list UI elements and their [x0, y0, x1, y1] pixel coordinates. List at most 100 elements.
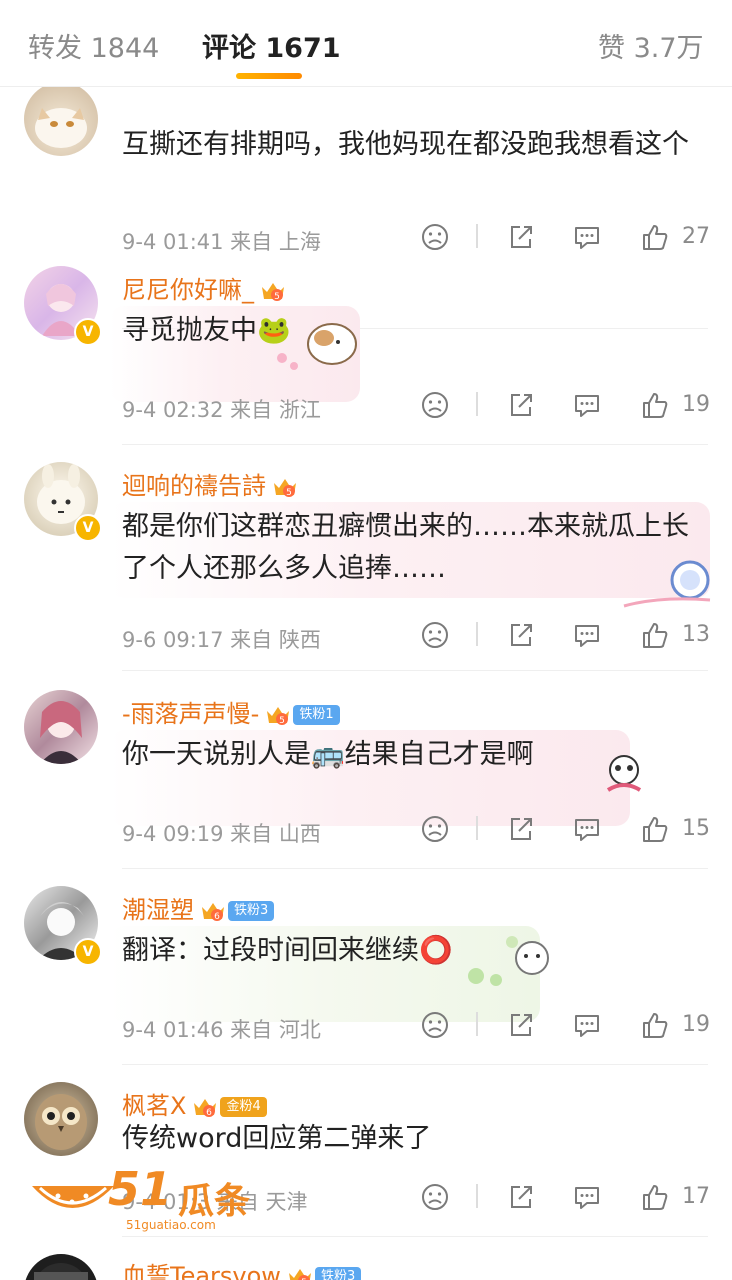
like-icon[interactable]	[640, 1182, 670, 1214]
repost-icon[interactable]	[506, 620, 536, 652]
username[interactable]: 迴响的禱告詩 5	[122, 466, 298, 501]
avatar[interactable]	[24, 1082, 98, 1156]
verified-badge-icon: V	[74, 938, 102, 966]
separator	[476, 816, 478, 840]
username-text: 血誓Tearsvow	[122, 1262, 281, 1280]
active-tab-indicator	[236, 73, 302, 79]
username-text: 迴响的禱告詩	[122, 472, 266, 500]
watermark-text: 瓜条	[178, 1181, 251, 1222]
tab-comments[interactable]: 评论 1671	[202, 26, 341, 65]
fan-badge: 铁粉3	[314, 1267, 362, 1280]
reply-icon[interactable]	[572, 814, 602, 846]
tab-likes[interactable]: 赞 3.7万	[598, 26, 704, 65]
reply-icon[interactable]	[572, 1010, 602, 1042]
watermark-number: 51	[108, 1162, 173, 1216]
dislike-icon[interactable]	[420, 1182, 450, 1214]
comment-text: 互撕还有排期吗，我他妈现在都没跑我想看这个	[122, 129, 689, 160]
like-icon[interactable]	[640, 1010, 670, 1042]
comment-actions: 19	[420, 1010, 720, 1042]
username[interactable]: 血誓Tearsvow 5铁粉3	[122, 1256, 362, 1280]
separator	[476, 1012, 478, 1036]
fan-badge: 金粉4	[220, 1097, 267, 1117]
reply-icon[interactable]	[572, 620, 602, 652]
comment-actions: 19	[420, 390, 720, 422]
comment-meta: 9-4 09:19 来自 山西	[122, 822, 321, 846]
username-text: -雨落声声慢-	[122, 700, 260, 728]
like-count: 17	[682, 1184, 710, 1209]
tab-reposts[interactable]: 转发 1844	[28, 26, 159, 65]
reply-icon[interactable]	[572, 222, 602, 254]
divider	[122, 444, 708, 445]
fan-badge: 铁粉1	[293, 705, 340, 725]
anime-avatar-icon	[40, 701, 82, 764]
comment-text: 传统word回应第二弹来了	[122, 1123, 432, 1154]
like-count: 15	[682, 816, 710, 841]
separator	[476, 622, 478, 646]
divider	[122, 670, 708, 671]
comment-meta: 9-6 09:17 来自 陕西	[122, 628, 321, 652]
crown-vip-icon: 5	[267, 707, 290, 726]
verified-badge-icon: V	[74, 318, 102, 346]
watermark-url: 51guatiao.com	[126, 1218, 216, 1232]
repost-icon[interactable]	[506, 390, 536, 422]
svg-text:6: 6	[207, 1108, 213, 1118]
username-text: 潮湿塑	[122, 896, 194, 924]
dislike-icon[interactable]	[420, 814, 450, 846]
crown-vip-icon: 6	[202, 903, 224, 922]
crown-vip-icon: 5	[288, 1269, 311, 1280]
watermark-logo: 51 瓜条 51guatiao.com	[28, 1162, 278, 1236]
repost-icon[interactable]	[506, 1010, 536, 1042]
like-count: 13	[682, 622, 710, 647]
avatar[interactable]	[24, 86, 98, 156]
reply-icon[interactable]	[572, 1182, 602, 1214]
svg-text:5: 5	[286, 488, 292, 498]
comment-actions: 13	[420, 620, 720, 652]
like-count: 27	[682, 224, 710, 249]
repost-icon[interactable]	[506, 1182, 536, 1214]
username[interactable]: 潮湿塑 6 铁粉3	[122, 890, 275, 925]
cat-avatar-icon	[35, 108, 87, 148]
dislike-icon[interactable]	[420, 390, 450, 422]
svg-text:6: 6	[214, 912, 220, 922]
username[interactable]: 尼尼你好嘛_ 5	[122, 270, 286, 305]
comment-text: 你一天说别人是🚌结果自己才是啊	[122, 739, 534, 770]
dislike-icon[interactable]	[420, 1010, 450, 1042]
avatar[interactable]	[24, 690, 98, 764]
comment-text: 翻译：过段时间回来继续⭕	[122, 935, 453, 966]
like-icon[interactable]	[640, 390, 670, 422]
owl-avatar-icon	[35, 1094, 87, 1150]
divider	[122, 1236, 708, 1237]
dark-avatar-icon	[34, 1263, 88, 1280]
comment-meta: 9-4 01:41 来自 上海	[122, 230, 321, 254]
avatar[interactable]	[24, 1254, 98, 1280]
comment-list[interactable]: 互撕还有排期吗，我他妈现在都没跑我想看这个 9-4 01:41 来自 上海 27…	[0, 86, 732, 1280]
repost-icon[interactable]	[506, 222, 536, 254]
watermelon-logo-icon	[32, 1186, 114, 1208]
comment-actions: 27	[420, 222, 720, 254]
verified-badge-icon: V	[74, 514, 102, 542]
username[interactable]: 枫茗X 6 金粉4	[122, 1086, 267, 1121]
username[interactable]: -雨落声声慢- 5 铁粉1	[122, 694, 340, 729]
comment-text: 寻觅抛友中🐸	[122, 315, 291, 346]
repost-icon[interactable]	[506, 814, 536, 846]
dislike-icon[interactable]	[420, 620, 450, 652]
comment-meta: 9-4 02:32 来自 浙江	[122, 398, 321, 422]
fan-badge: 铁粉3	[228, 901, 275, 921]
comment-meta: 9-4 01:46 来自 河北	[122, 1018, 321, 1042]
crown-vip-icon: 6	[194, 1099, 217, 1118]
divider	[122, 868, 708, 869]
comment-tabs: 转发 1844 评论 1671 赞 3.7万	[0, 0, 732, 87]
like-icon[interactable]	[640, 814, 670, 846]
separator	[476, 1184, 478, 1208]
reply-icon[interactable]	[572, 390, 602, 422]
like-count: 19	[682, 392, 710, 417]
like-icon[interactable]	[640, 620, 670, 652]
dislike-icon[interactable]	[420, 222, 450, 254]
like-icon[interactable]	[640, 222, 670, 254]
comment-text: 都是你们这群恋丑癖惯出来的……本来就瓜上长了个人还那么多人追捧……	[122, 511, 689, 584]
separator	[476, 392, 478, 416]
crown-vip-icon: 5	[262, 283, 284, 302]
comment-actions: 15	[420, 814, 720, 846]
crown-vip-icon: 5	[274, 479, 296, 498]
svg-text:5: 5	[274, 292, 280, 302]
